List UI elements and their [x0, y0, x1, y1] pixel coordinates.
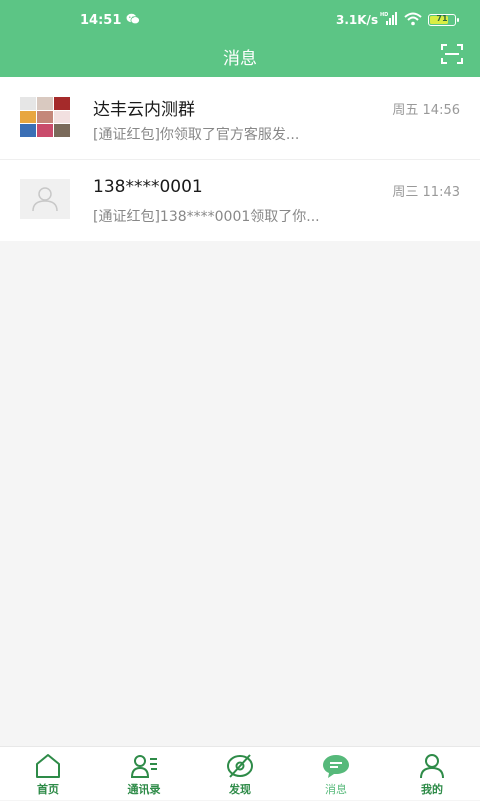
contacts-icon	[130, 755, 157, 778]
discover-icon	[227, 754, 253, 778]
chat-item-group[interactable]: 达丰云内测群 周五 14:56 [通证红包]你领取了官方客服发...	[0, 77, 480, 160]
tab-messages[interactable]: 消息	[288, 747, 384, 801]
home-icon	[36, 754, 60, 778]
tab-label: 消息	[325, 783, 347, 796]
app-header: 14:51 3.1K/s HD 71 消息	[0, 0, 480, 77]
group-avatar	[20, 97, 70, 137]
chat-item-user[interactable]: 138****0001 周三 11:43 [通证红包]138****0001领取…	[0, 159, 480, 241]
bottom-tab-bar: 首页 通讯录 发现 消息 我的	[0, 746, 480, 800]
tab-label: 发现	[229, 783, 251, 796]
chat-list: 达丰云内测群 周五 14:56 [通证红包]你领取了官方客服发... 138**…	[0, 77, 480, 241]
battery-icon: 71	[428, 14, 459, 26]
chat-time: 周三 11:43	[392, 185, 460, 200]
default-user-avatar	[20, 179, 70, 219]
wifi-icon	[404, 12, 422, 26]
tab-contacts[interactable]: 通讯录	[96, 747, 192, 801]
chat-preview: [通证红包]138****0001领取了你...	[93, 209, 320, 225]
tab-profile[interactable]: 我的	[384, 747, 480, 801]
tab-home[interactable]: 首页	[0, 747, 96, 801]
user-placeholder-icon	[32, 187, 58, 212]
chat-preview: [通证红包]你领取了官方客服发...	[93, 127, 300, 143]
chat-name: 138****0001	[93, 177, 203, 197]
page-title: 消息	[223, 49, 257, 69]
status-time: 14:51	[80, 13, 122, 28]
svg-text:HD: HD	[380, 12, 388, 18]
signal-icon: HD	[380, 12, 397, 25]
tab-label: 首页	[37, 783, 59, 796]
status-bar: 14:51 3.1K/s HD 71	[0, 0, 480, 42]
tab-label: 我的	[421, 783, 443, 796]
wechat-notification-icon	[126, 13, 140, 25]
scan-icon[interactable]	[440, 43, 464, 65]
chat-time: 周五 14:56	[392, 103, 460, 118]
profile-icon	[420, 754, 444, 779]
battery-text: 71	[436, 14, 448, 23]
chat-name: 达丰云内测群	[93, 100, 195, 120]
network-speed: 3.1K/s	[336, 13, 379, 27]
message-icon	[323, 755, 349, 778]
tab-discover[interactable]: 发现	[192, 747, 288, 801]
tab-label: 通讯录	[127, 783, 161, 796]
